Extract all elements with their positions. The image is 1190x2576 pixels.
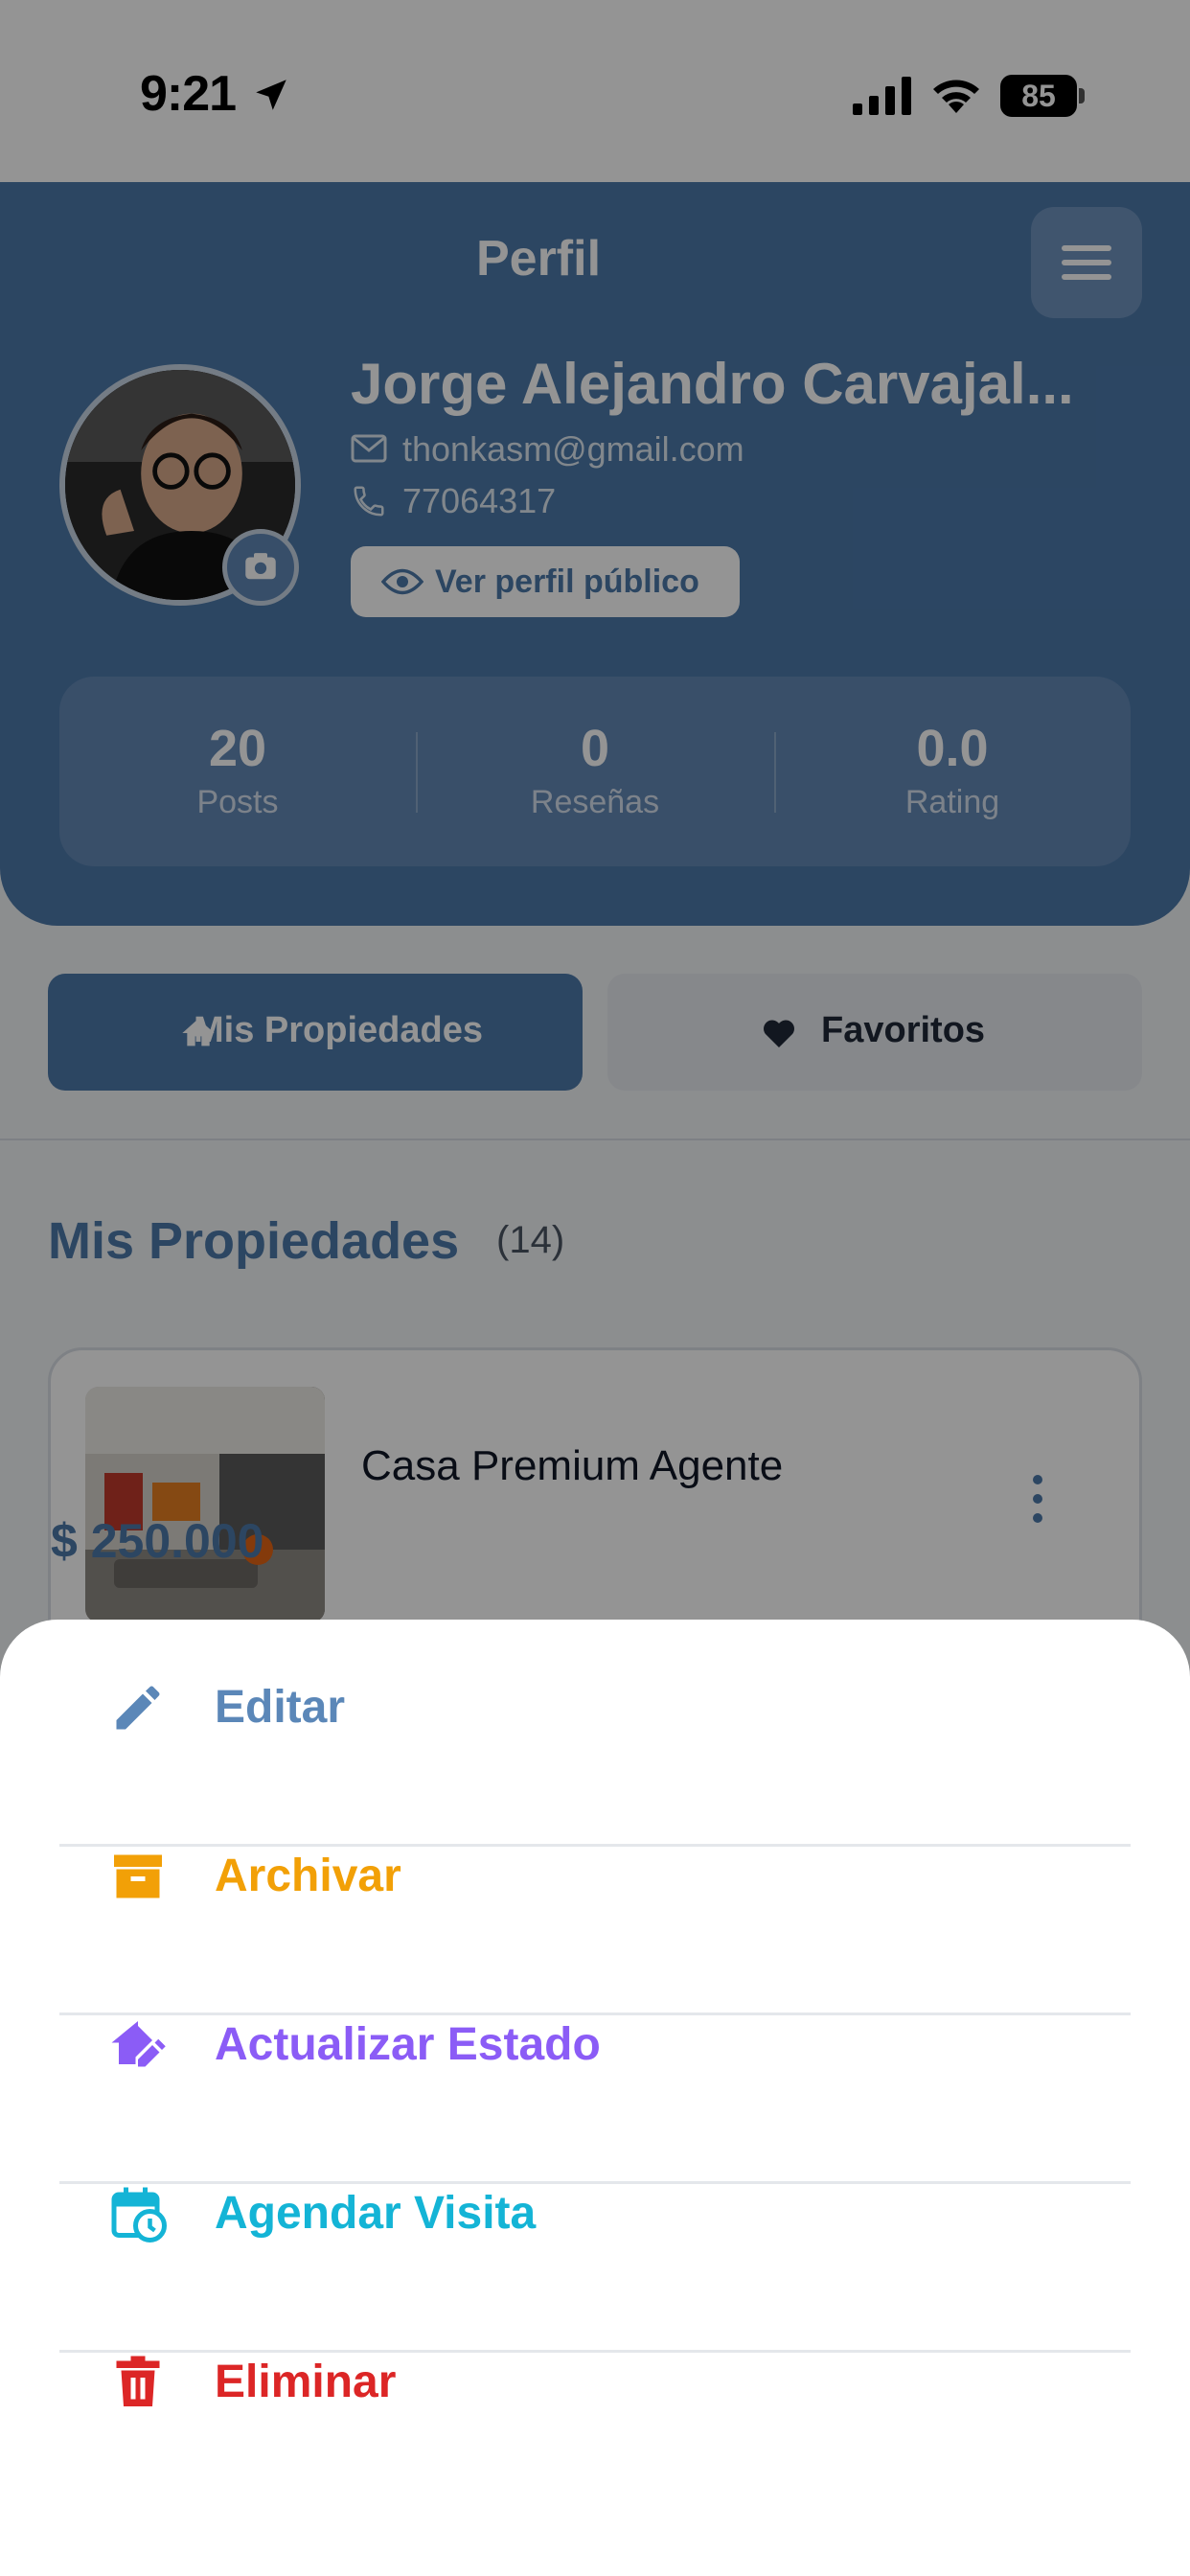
edit-label: Editar — [215, 1682, 346, 1733]
pencil-icon — [116, 1686, 160, 1730]
action-sheet: Editar Archivar Actualizar Estado Agenda… — [0, 1620, 1190, 2576]
update-status-label: Actualizar Estado — [215, 2019, 601, 2070]
archive-action[interactable]: Archivar — [59, 1788, 1131, 1957]
update-status-action[interactable]: Actualizar Estado — [59, 1957, 1131, 2126]
edit-action[interactable]: Editar — [59, 1620, 1131, 1788]
delete-label: Eliminar — [215, 2357, 397, 2407]
archive-icon — [114, 1854, 162, 1898]
trash-icon — [116, 2356, 160, 2406]
schedule-visit-label: Agendar Visita — [215, 2188, 537, 2239]
schedule-visit-action[interactable]: Agendar Visita — [59, 2126, 1131, 2294]
archive-label: Archivar — [215, 1851, 401, 1901]
home-edit-icon — [111, 2021, 166, 2067]
calendar-clock-icon — [111, 2187, 167, 2242]
delete-action[interactable]: Eliminar — [59, 2294, 1131, 2463]
